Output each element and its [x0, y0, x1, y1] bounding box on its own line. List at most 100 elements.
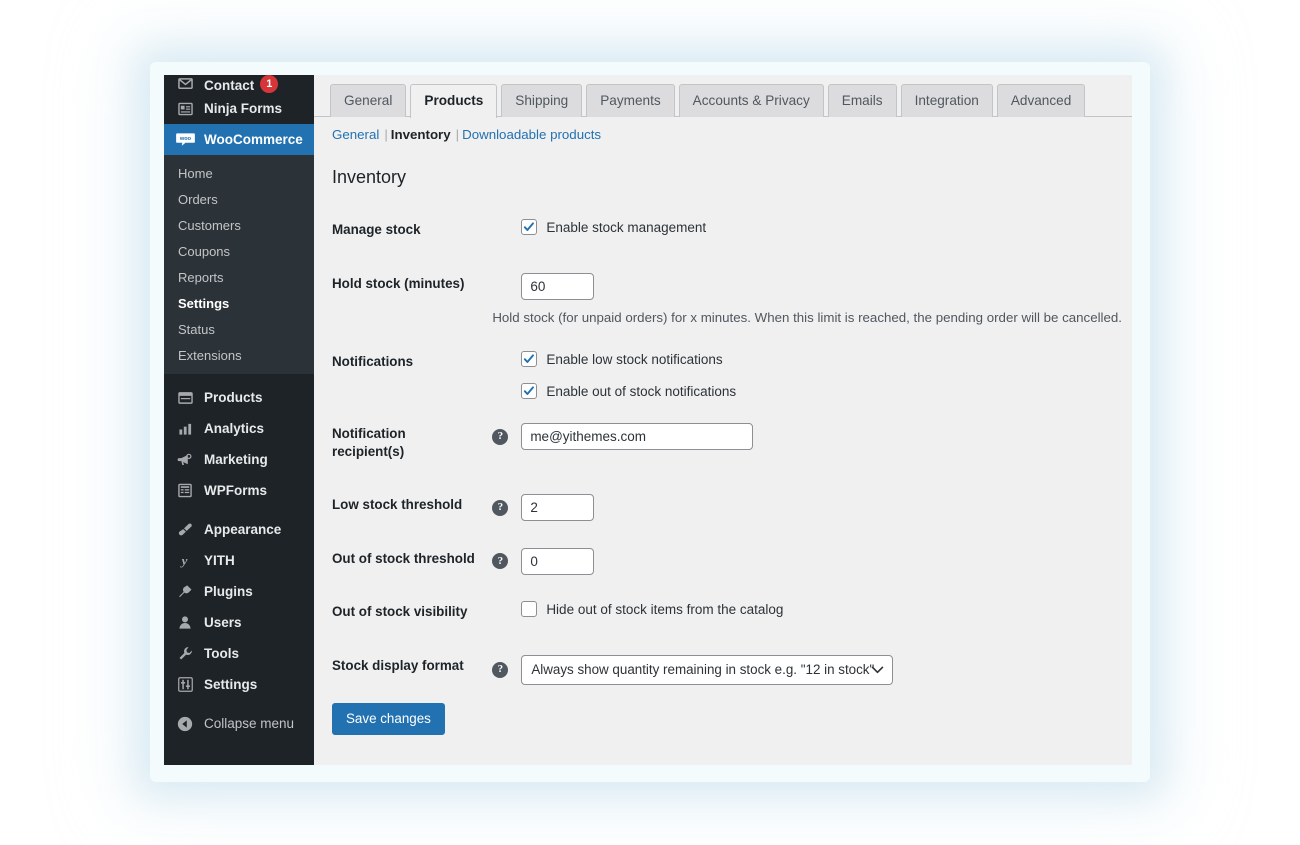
tab-label: Accounts & Privacy [692, 93, 810, 108]
stock-display-format-selected-value: Always show quantity remaining in stock … [531, 662, 875, 678]
submenu-label: Reports [178, 269, 224, 285]
appearance-icon [174, 520, 196, 540]
subnav-link-general[interactable]: General [332, 127, 379, 142]
sidebar-item-label: Tools [204, 646, 239, 661]
tab-label: Advanced [1010, 93, 1072, 108]
sidebar-subitem-home[interactable]: Home [164, 160, 314, 186]
sidebar-item-woocommerce[interactable]: woo WooCommerce [164, 124, 314, 155]
sidebar-item-ninja-forms[interactable]: Ninja Forms [164, 93, 314, 124]
tab-payments[interactable]: Payments [586, 84, 675, 117]
sidebar-item-label: Contact [204, 78, 255, 93]
collapse-menu-button[interactable]: Collapse menu [164, 708, 314, 739]
sidebar-item-label: YITH [204, 553, 235, 568]
submenu-label: Home [178, 165, 213, 181]
section-subnav: General | Inventory | Downloadable products [314, 117, 1132, 142]
sidebar-item-label: Plugins [204, 584, 253, 599]
sidebar-item-settings[interactable]: Settings [164, 669, 314, 700]
subnav-link-downloadable-products[interactable]: Downloadable products [462, 127, 601, 142]
sidebar-subitem-settings[interactable]: Settings [164, 290, 314, 316]
stock-display-format-select[interactable]: Always show quantity remaining in stock … [521, 654, 894, 685]
enable-stock-management-label[interactable]: Enable stock management [546, 220, 706, 235]
screenshot-root: Contact 1 Ninja Forms woo WooCommerce Ho… [0, 0, 1300, 845]
sidebar-item-label: WooCommerce [204, 132, 303, 147]
help-icon[interactable]: ? [492, 499, 509, 516]
sidebar-item-label: Users [204, 615, 242, 630]
sidebar-item-contact[interactable]: Contact 1 [164, 75, 314, 93]
sidebar-subitem-extensions[interactable]: Extensions [164, 342, 314, 368]
hide-out-of-stock-checkbox[interactable] [521, 601, 538, 618]
sidebar-item-plugins[interactable]: Plugins [164, 576, 314, 607]
marketing-icon [174, 450, 196, 470]
hold-stock-description: Hold stock (for unpaid orders) for x min… [492, 309, 1122, 325]
tab-emails[interactable]: Emails [827, 84, 897, 117]
sidebar-subitem-orders[interactable]: Orders [164, 186, 314, 212]
wpforms-icon [174, 481, 196, 501]
sidebar-item-analytics[interactable]: Analytics [164, 413, 314, 444]
low-stock-threshold-input[interactable] [521, 494, 595, 522]
hide-out-of-stock-line: Hide out of stock items from the catalog [521, 601, 783, 618]
sidebar-item-label: Products [204, 390, 263, 405]
tab-general[interactable]: General [330, 84, 407, 117]
enable-out-of-stock-notifications-label[interactable]: Enable out of stock notifications [546, 384, 736, 399]
tools-icon [174, 644, 196, 664]
sidebar-divider [164, 700, 314, 708]
sidebar-item-wpforms[interactable]: WPForms [164, 475, 314, 506]
row-out-of-stock-visibility: Out of stock visibility Hide out of stoc… [314, 585, 1132, 638]
out-of-stock-threshold-control: ? [492, 547, 1122, 575]
submenu-label: Extensions [178, 347, 242, 363]
enable-low-stock-notifications-checkbox[interactable] [521, 351, 538, 368]
sidebar-item-yith[interactable]: y YITH [164, 545, 314, 576]
notification-recipients-control: ? [492, 423, 1122, 451]
sidebar-divider [164, 374, 314, 382]
row-notification-recipients: Notification recipient(s) ? [314, 407, 1132, 478]
wp-admin-window: Contact 1 Ninja Forms woo WooCommerce Ho… [164, 75, 1132, 765]
enable-out-of-stock-notifications-checkbox[interactable] [521, 383, 538, 400]
tab-shipping[interactable]: Shipping [501, 84, 583, 117]
contact-badge: 1 [260, 75, 279, 93]
subnav-separator: | [384, 127, 388, 142]
settings-icon [174, 675, 196, 695]
label-stock-display-format: Stock display format [332, 657, 464, 673]
help-icon[interactable]: ? [492, 428, 509, 445]
hold-stock-input[interactable] [521, 272, 595, 300]
plugins-icon [174, 582, 196, 602]
sidebar-item-tools[interactable]: Tools [164, 638, 314, 669]
collapse-menu-label: Collapse menu [204, 716, 295, 731]
notification-recipients-input[interactable] [521, 423, 754, 451]
sidebar-subitem-status[interactable]: Status [164, 316, 314, 342]
tab-accounts-privacy[interactable]: Accounts & Privacy [678, 84, 824, 117]
tab-label: Payments [600, 93, 661, 108]
help-icon[interactable]: ? [492, 661, 509, 678]
sidebar-item-marketing[interactable]: Marketing [164, 444, 314, 475]
subnav-link-inventory[interactable]: Inventory [391, 127, 451, 142]
sidebar-divider [164, 506, 314, 514]
enable-low-stock-notifications-label[interactable]: Enable low stock notifications [546, 352, 722, 367]
help-icon[interactable]: ? [492, 553, 509, 570]
out-of-stock-threshold-input[interactable] [521, 547, 595, 575]
row-manage-stock: Manage stock Enable stock management [314, 203, 1132, 256]
sidebar-item-label: Analytics [204, 421, 265, 436]
notifications-control: Enable low stock notifications Enable ou… [492, 351, 1122, 400]
low-stock-threshold-control: ? [492, 494, 1122, 522]
sidebar-subitem-coupons[interactable]: Coupons [164, 238, 314, 264]
row-hold-stock: Hold stock (minutes) Hold stock (for unp… [314, 257, 1132, 336]
hide-out-of-stock-label[interactable]: Hide out of stock items from the catalog [546, 602, 783, 617]
tab-products[interactable]: Products [410, 84, 498, 118]
save-changes-button[interactable]: Save changes [332, 702, 445, 735]
woocommerce-icon: woo [174, 130, 196, 150]
admin-sidebar: Contact 1 Ninja Forms woo WooCommerce Ho… [164, 75, 314, 765]
sidebar-item-products[interactable]: Products [164, 382, 314, 413]
submenu-label: Settings [178, 295, 230, 311]
sidebar-subitem-reports[interactable]: Reports [164, 264, 314, 290]
submenu-label: Customers [178, 217, 241, 233]
tab-advanced[interactable]: Advanced [996, 84, 1086, 117]
label-hold-stock: Hold stock (minutes) [332, 275, 465, 291]
tab-label: Products [424, 93, 484, 108]
sidebar-item-users[interactable]: Users [164, 607, 314, 638]
enable-stock-management-checkbox[interactable] [521, 219, 538, 236]
tab-integration[interactable]: Integration [900, 84, 993, 117]
sidebar-subitem-customers[interactable]: Customers [164, 212, 314, 238]
sidebar-item-label: Appearance [204, 522, 282, 537]
svg-text:woo: woo [178, 136, 191, 142]
sidebar-item-appearance[interactable]: Appearance [164, 514, 314, 545]
